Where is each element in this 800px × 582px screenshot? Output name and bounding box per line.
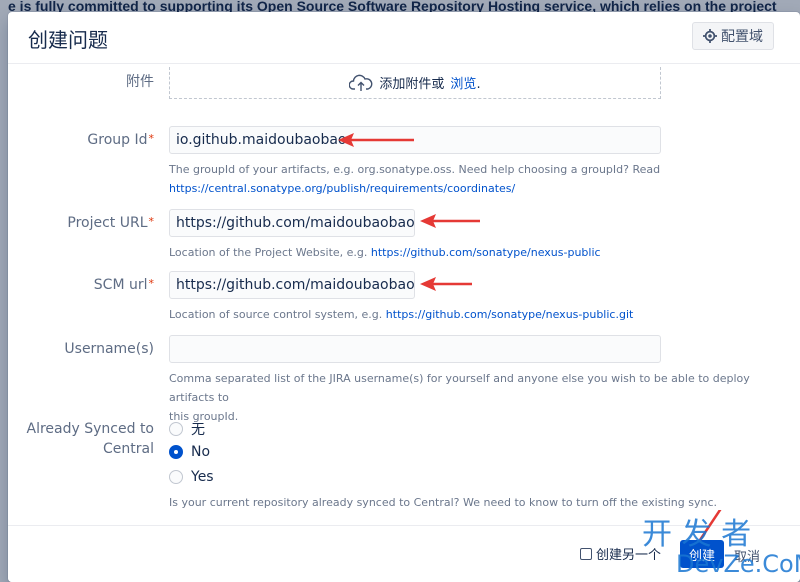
already-synced-help: Is your current repository already synce… xyxy=(169,496,718,509)
create-another-option[interactable]: 创建另一个 xyxy=(580,544,661,563)
dialog-header: 创建问题 配置域 xyxy=(8,12,800,64)
scm-url-label-text: SCM url xyxy=(93,277,148,293)
radio-button-selected[interactable] xyxy=(169,445,183,459)
usernames-help-line2: this groupId. xyxy=(169,410,239,423)
radio-label: No xyxy=(191,444,211,460)
configure-fields-button[interactable]: 配置域 xyxy=(692,22,774,50)
group-id-label-text: Group Id xyxy=(87,132,148,148)
radio-option-yes[interactable]: Yes xyxy=(169,469,214,485)
dialog-title: 创建问题 xyxy=(28,28,108,52)
annotation-arrow xyxy=(338,133,414,147)
group-id-help-link[interactable]: https://central.sonatype.org/publish/req… xyxy=(169,182,515,195)
already-synced-label-line2: Central xyxy=(103,441,154,457)
project-url-help: Location of the Project Website, e.g. ht… xyxy=(169,243,601,262)
scm-url-help-link[interactable]: https://github.com/sonatype/nexus-public… xyxy=(386,308,634,321)
browse-link[interactable]: 浏览 xyxy=(450,77,476,92)
required-mark: * xyxy=(148,132,155,145)
attachment-label: 附件 xyxy=(126,74,154,90)
annotation-arrow xyxy=(420,214,480,228)
dialog-body: 附件 添加附件或 浏览. Group Id* io.github.maidoub… xyxy=(8,65,800,525)
radio-button[interactable] xyxy=(169,470,183,484)
group-id-help: The groupId of your artifacts, e.g. org.… xyxy=(169,160,660,198)
configure-fields-label: 配置域 xyxy=(721,29,763,45)
scm-url-input[interactable]: https://github.com/maidoubaobao/ea xyxy=(169,271,415,299)
group-id-label: Group Id* xyxy=(8,132,154,148)
attachment-dropzone[interactable]: 添加附件或 浏览. xyxy=(169,67,661,99)
scm-url-help-text: Location of source control system, e.g. xyxy=(169,308,383,321)
project-url-label: Project URL* xyxy=(8,215,154,231)
radio-option-no[interactable]: No xyxy=(169,444,210,460)
radio-button[interactable] xyxy=(169,422,183,436)
radio-label: 无 xyxy=(191,422,205,438)
project-url-help-text: Location of the Project Website, e.g. xyxy=(169,246,368,259)
required-mark: * xyxy=(148,277,155,290)
project-url-label-text: Project URL xyxy=(67,215,148,231)
usernames-input[interactable] xyxy=(169,335,661,363)
already-synced-label-line1: Already Synced to xyxy=(26,421,154,437)
usernames-label: Username(s) xyxy=(64,341,154,357)
scm-url-label: SCM url* xyxy=(8,277,154,293)
radio-option-none[interactable]: 无 xyxy=(169,419,205,439)
create-issue-dialog: 创建问题 配置域 附件 添加附件或 浏览. Group Id* io.githu… xyxy=(8,12,800,582)
create-button[interactable]: 创建 xyxy=(680,540,724,568)
scm-url-help: Location of source control system, e.g. … xyxy=(169,305,633,324)
group-id-help-text: The groupId of your artifacts, e.g. org.… xyxy=(169,163,661,176)
project-url-help-link[interactable]: https://github.com/sonatype/nexus-public xyxy=(371,246,601,259)
dialog-footer: 创建另一个 创建 取消 xyxy=(8,525,800,582)
create-another-checkbox[interactable] xyxy=(580,547,592,560)
annotation-arrow xyxy=(420,277,472,291)
attachment-drop-text: 添加附件或 xyxy=(379,77,445,92)
cloud-upload-icon xyxy=(349,74,373,91)
required-mark: * xyxy=(148,215,155,228)
usernames-help: Comma separated list of the JIRA usernam… xyxy=(169,369,779,426)
cancel-link[interactable]: 取消 xyxy=(734,546,760,565)
create-another-label: 创建另一个 xyxy=(596,548,662,563)
gear-icon xyxy=(703,29,717,43)
already-synced-label: Already Synced to Central xyxy=(8,419,154,459)
usernames-help-line1: Comma separated list of the JIRA usernam… xyxy=(169,372,750,404)
project-url-input[interactable]: https://github.com/maidoubaobao/ea xyxy=(169,209,415,237)
radio-label: Yes xyxy=(191,469,214,485)
attachment-suffix: . xyxy=(476,77,481,92)
